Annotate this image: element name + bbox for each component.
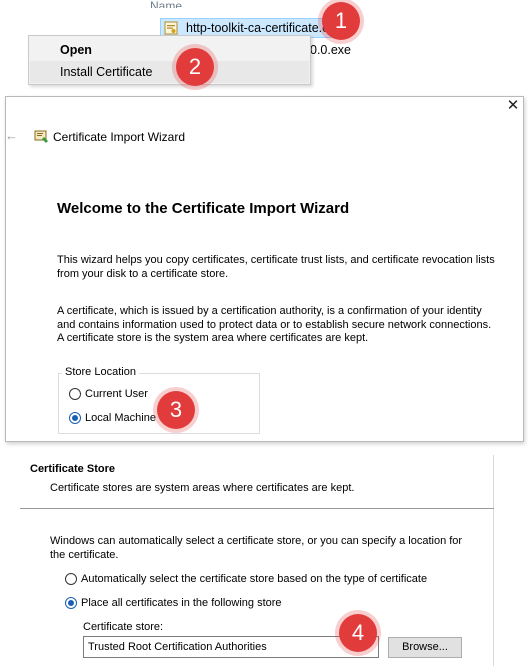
section-divider: [20, 508, 494, 509]
intro-paragraph: This wizard helps you copy certificates,…: [57, 254, 495, 280]
step-badge-4: 4: [339, 614, 377, 652]
step-badge-3: 3: [157, 391, 195, 429]
menu-item-install-certificate[interactable]: Install Certificate: [60, 63, 152, 81]
name-column-header[interactable]: Name: [150, 0, 182, 8]
certificate-wizard-icon: [34, 130, 48, 143]
close-icon[interactable]: ✕: [503, 97, 523, 115]
auto-select-store-label[interactable]: Automatically select the certificate sto…: [81, 572, 427, 586]
certificate-file-icon: [164, 21, 178, 35]
browse-button[interactable]: Browse...: [388, 637, 462, 658]
local-machine-radio[interactable]: [69, 412, 81, 424]
file-name-label[interactable]: 0.0.exe: [310, 42, 351, 58]
file-name-label[interactable]: http-toolkit-ca-certificate.crt: [186, 20, 336, 36]
certificate-store-label: Certificate store:: [83, 621, 164, 633]
store-description: Windows can automatically select a certi…: [50, 535, 463, 561]
page-heading: Welcome to the Certificate Import Wizard: [57, 200, 350, 217]
store-location-legend: Store Location: [62, 366, 139, 379]
current-user-radio[interactable]: [69, 388, 81, 400]
certificate-store-subtitle: Certificate stores are system areas wher…: [50, 482, 355, 494]
place-in-store-label[interactable]: Place all certificates in the following …: [81, 596, 282, 610]
menu-item-open[interactable]: Open: [60, 41, 92, 59]
step-badge-1: 1: [322, 2, 360, 40]
wizard-title: Certificate Import Wizard: [53, 130, 186, 144]
current-user-label[interactable]: Current User: [85, 387, 148, 401]
auto-select-store-radio[interactable]: [65, 573, 77, 585]
place-in-store-radio[interactable]: [65, 597, 77, 609]
certificate-store-title: Certificate Store: [30, 463, 115, 475]
description-paragraph: A certificate, which is issued by a cert…: [57, 305, 492, 344]
certificate-store-field[interactable]: Trusted Root Certification Authorities: [83, 636, 379, 658]
local-machine-label[interactable]: Local Machine: [85, 411, 156, 425]
step-badge-2: 2: [176, 48, 214, 86]
back-arrow-icon[interactable]: ←: [5, 128, 18, 144]
